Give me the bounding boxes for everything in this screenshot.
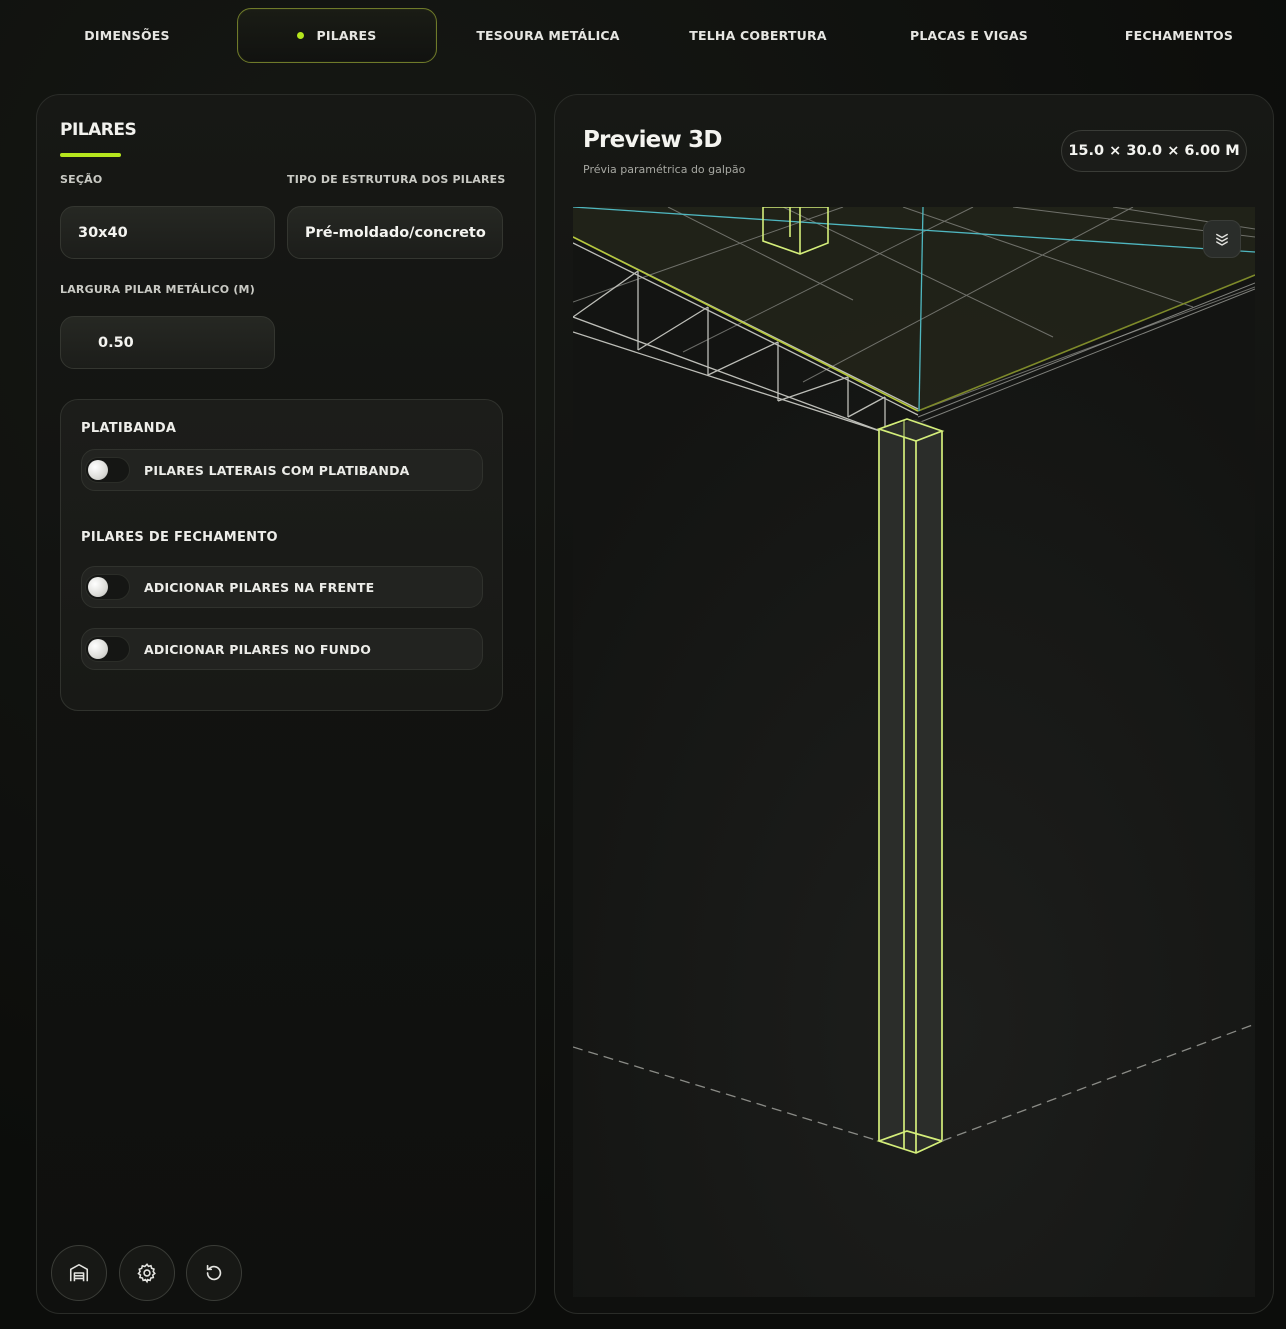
tipo-estrutura-value: Pré-moldado/concreto — [305, 224, 486, 241]
top-tabs: DIMENSÕES PILARES TESOURA METÁLICA TELHA… — [22, 8, 1282, 64]
tab-telha-cobertura[interactable]: TELHA COBERTURA — [653, 8, 863, 63]
preview-title: Preview 3D — [583, 127, 722, 153]
largura-label: LARGURA PILAR METÁLICO (M) — [60, 283, 255, 296]
largura-input[interactable]: 0.50 — [60, 316, 275, 369]
preview-3d-canvas[interactable] — [573, 207, 1255, 1297]
warehouse-button[interactable] — [51, 1245, 107, 1301]
toggle-pilares-fundo[interactable]: ADICIONAR PILARES NO FUNDO — [81, 628, 483, 670]
platibanda-heading: PLATIBANDA — [81, 421, 177, 436]
active-indicator-dot — [297, 32, 305, 39]
preview-subtitle: Prévia paramétrica do galpão — [583, 163, 746, 176]
settings-button[interactable] — [119, 1245, 175, 1301]
switch-knob — [88, 460, 108, 480]
fechamento-heading: PILARES DE FECHAMENTO — [81, 530, 278, 545]
toggle-platibanda[interactable]: PILARES LATERAIS COM PLATIBANDA — [81, 449, 483, 491]
tab-tesoura-metalica[interactable]: TESOURA METÁLICA — [443, 8, 653, 63]
frente-toggle-label: ADICIONAR PILARES NA FRENTE — [144, 579, 375, 595]
layers-button[interactable] — [1203, 220, 1241, 258]
layers-icon — [1216, 233, 1228, 246]
tab-pilares[interactable]: PILARES — [237, 8, 437, 63]
tipo-estrutura-select[interactable]: Pré-moldado/concreto — [287, 206, 503, 259]
3d-viewport[interactable] — [573, 207, 1255, 1297]
tab-fechamentos[interactable]: FECHAMENTOS — [1074, 8, 1284, 63]
pilares-settings-panel: PILARES SEÇÃO TIPO DE ESTRUTURA DOS PILA… — [36, 94, 536, 1314]
reset-button[interactable] — [186, 1245, 242, 1301]
switch-knob — [88, 639, 108, 659]
toggle-pilares-frente[interactable]: ADICIONAR PILARES NA FRENTE — [81, 566, 483, 608]
preview-panel: Preview 3D Prévia paramétrica do galpão … — [554, 94, 1274, 1314]
main-column — [876, 418, 945, 1154]
panel-title: PILARES — [60, 120, 137, 140]
dimensions-value: 15.0 × 30.0 × 6.00 M — [1068, 143, 1240, 159]
secao-value: 30x40 — [78, 224, 128, 241]
platibanda-toggle-label: PILARES LATERAIS COM PLATIBANDA — [144, 462, 410, 478]
tab-dimensoes[interactable]: DIMENSÕES — [22, 8, 232, 63]
dimensions-badge: 15.0 × 30.0 × 6.00 M — [1061, 130, 1247, 172]
title-underline — [60, 153, 121, 157]
reset-icon — [206, 1264, 222, 1281]
platibanda-switch[interactable] — [85, 457, 130, 483]
fundo-switch[interactable] — [85, 636, 130, 662]
switch-knob — [88, 577, 108, 597]
tab-placas-e-vigas[interactable]: PLACAS E VIGAS — [864, 8, 1074, 63]
secao-select[interactable]: 30x40 — [60, 206, 275, 259]
secao-label: SEÇÃO — [60, 173, 103, 186]
gear-icon — [137, 1263, 156, 1284]
frente-switch[interactable] — [85, 574, 130, 600]
largura-value: 0.50 — [98, 334, 134, 351]
warehouse-icon — [69, 1263, 89, 1282]
fundo-toggle-label: ADICIONAR PILARES NO FUNDO — [144, 641, 372, 657]
options-card: PLATIBANDA PILARES LATERAIS COM PLATIBAN… — [60, 399, 503, 711]
tipo-estrutura-label: TIPO DE ESTRUTURA DOS PILARES — [287, 173, 506, 186]
